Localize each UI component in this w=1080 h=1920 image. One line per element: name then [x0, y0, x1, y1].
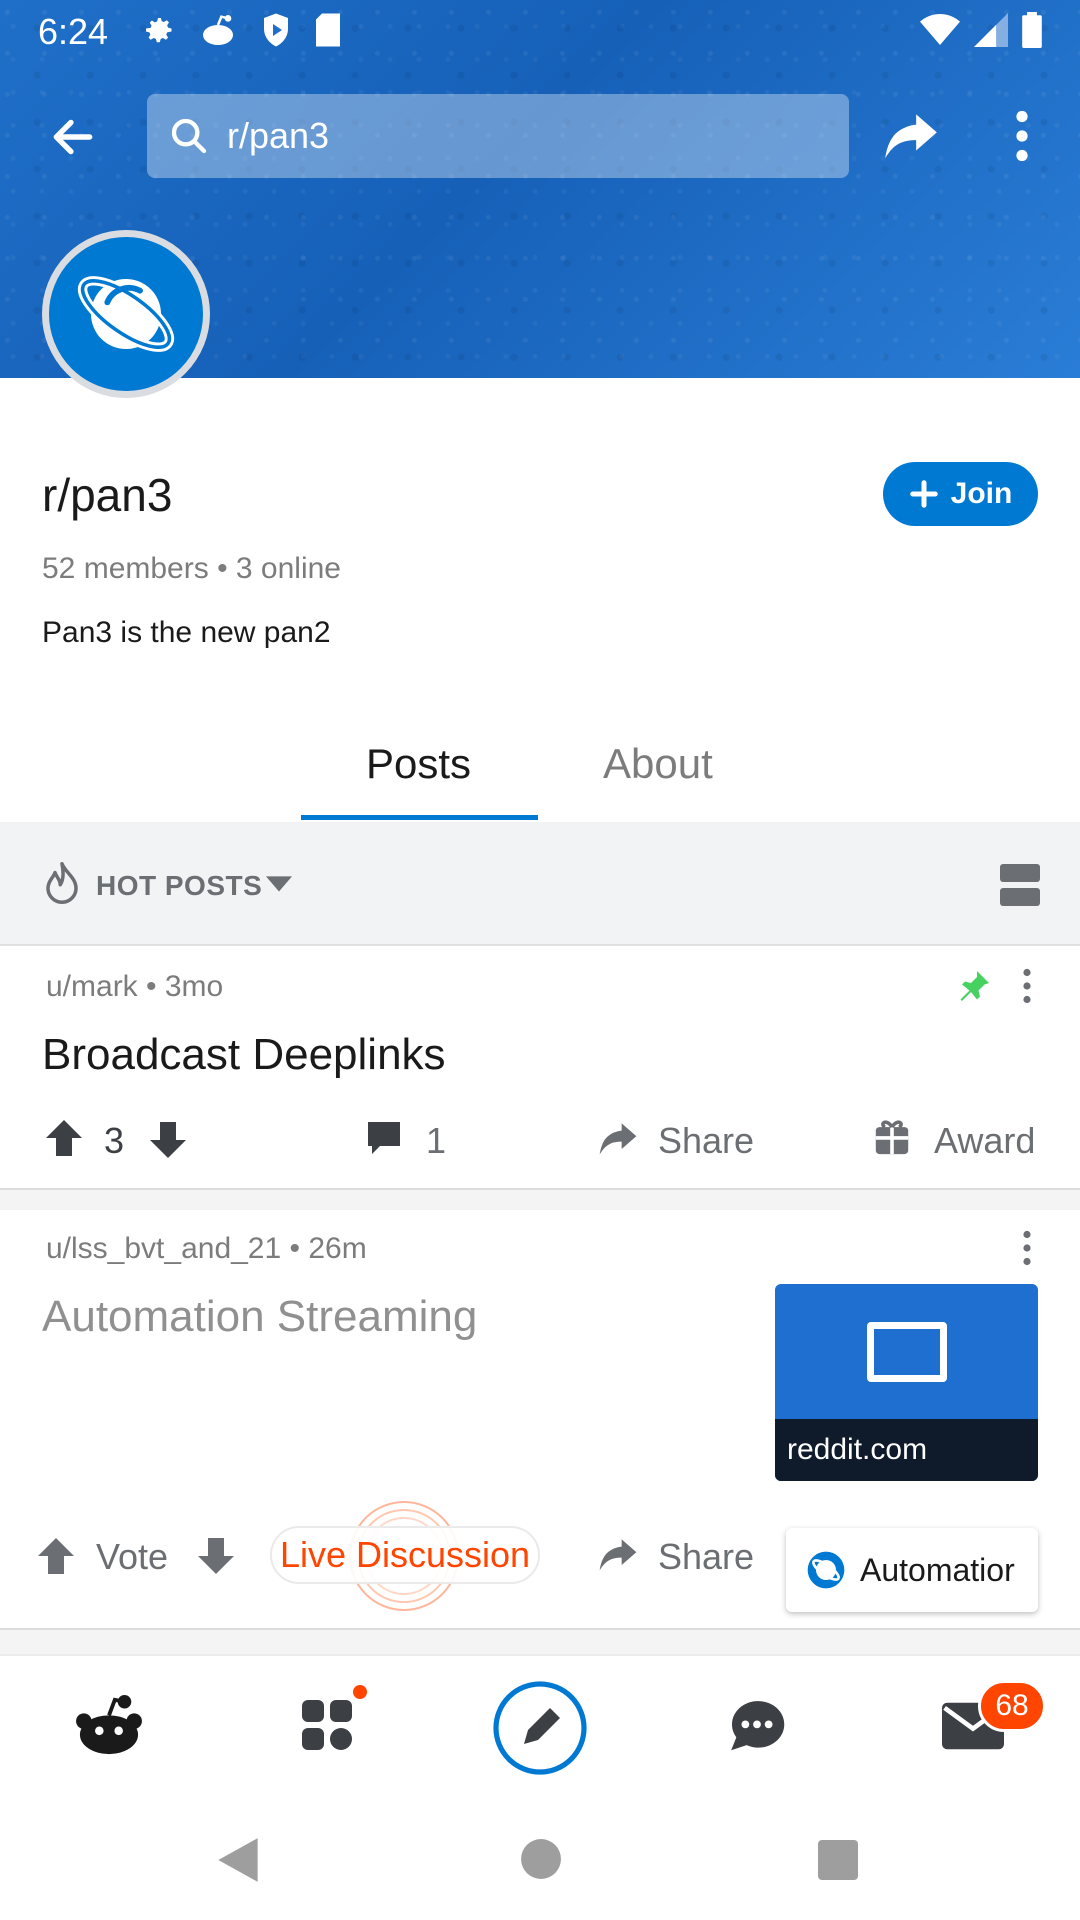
signal-icon [974, 13, 1008, 47]
settings-icon [146, 18, 172, 43]
planet-icon [77, 276, 175, 352]
thumbnail-domain: reddit.com [775, 1419, 1038, 1481]
join-label: Join [950, 477, 1013, 510]
members-line: 52 members • 3 online [42, 552, 341, 585]
system-back-icon[interactable] [216, 1836, 260, 1884]
system-home-icon[interactable] [520, 1838, 562, 1880]
downvote-icon[interactable] [148, 1120, 188, 1160]
post-meta[interactable]: u/lss_bvt_and_21 • 26m [46, 1232, 367, 1266]
comment-icon[interactable] [364, 1118, 404, 1158]
home-reddit-icon[interactable] [74, 1694, 144, 1756]
award-label[interactable]: Award [934, 1120, 1035, 1162]
create-post-icon[interactable] [490, 1678, 590, 1778]
browser-window-icon [867, 1322, 947, 1382]
gift-icon[interactable] [874, 1118, 910, 1156]
post-overflow-icon[interactable] [1018, 1230, 1036, 1266]
share-label[interactable]: Share [658, 1120, 754, 1162]
live-discussion-button[interactable]: Live Discussion [270, 1526, 540, 1584]
search-text: r/pan3 [227, 115, 330, 156]
sd-card-icon [316, 13, 340, 47]
post-title[interactable]: Automation Streaming [42, 1292, 477, 1342]
post-title[interactable]: Broadcast Deeplinks [42, 1030, 446, 1080]
flame-icon[interactable] [44, 862, 80, 904]
comment-count[interactable]: 1 [426, 1120, 446, 1162]
status-time: 6:24 [38, 11, 109, 52]
status-system-icons [920, 12, 1042, 48]
toast-label: Automatior [860, 1551, 1015, 1588]
vote-label: Vote [96, 1536, 169, 1577]
post-score: 3 [104, 1120, 125, 1161]
share-arrow-icon[interactable] [880, 104, 942, 166]
caret-down-icon[interactable] [266, 876, 292, 894]
subreddit-description: Pan3 is the new pan2 [42, 616, 331, 649]
active-tab-indicator [301, 815, 538, 820]
post-divider [0, 1188, 1080, 1210]
view-mode-icon[interactable] [1000, 864, 1040, 906]
chat-icon[interactable] [726, 1696, 788, 1758]
system-recents-icon[interactable] [818, 1840, 858, 1880]
inbox-badge: 68 [978, 1680, 1046, 1732]
shield-icon [264, 13, 288, 47]
sort-label[interactable]: HOT POSTS [96, 870, 262, 902]
search-icon [171, 118, 207, 154]
subreddit-name: r/pan3 [42, 469, 173, 521]
upvote-icon[interactable] [44, 1118, 84, 1158]
overflow-menu-icon[interactable] [1010, 110, 1034, 162]
back-arrow-icon[interactable] [48, 112, 98, 162]
share-icon[interactable] [596, 1532, 640, 1576]
communities-icon[interactable] [296, 1680, 376, 1760]
status-notification-icons [140, 12, 342, 48]
post-overflow-icon[interactable] [1018, 968, 1036, 1004]
search-bar[interactable]: r/pan3 [147, 94, 849, 178]
post-meta[interactable]: u/mark • 3mo [46, 970, 223, 1004]
subreddit-avatar [42, 230, 210, 398]
reddit-alien-icon [203, 15, 233, 45]
link-thumbnail[interactable]: reddit.com [775, 1284, 1038, 1481]
upvote-icon[interactable] [36, 1536, 76, 1576]
join-button[interactable]: Join [883, 462, 1038, 526]
tab-about[interactable]: About [603, 740, 713, 788]
live-discussion-label: Live Discussion [279, 1534, 531, 1575]
share-label[interactable]: Share [658, 1536, 754, 1578]
planet-icon [807, 1551, 845, 1589]
post-divider [0, 1628, 1080, 1654]
downvote-icon[interactable] [196, 1536, 236, 1576]
share-icon[interactable] [596, 1116, 640, 1160]
plus-icon [909, 480, 938, 508]
tab-posts[interactable]: Posts [366, 740, 471, 788]
battery-icon [1022, 12, 1042, 48]
pin-icon [960, 971, 989, 1001]
wifi-icon [920, 14, 960, 45]
community-toast[interactable]: Automatior [786, 1528, 1038, 1612]
